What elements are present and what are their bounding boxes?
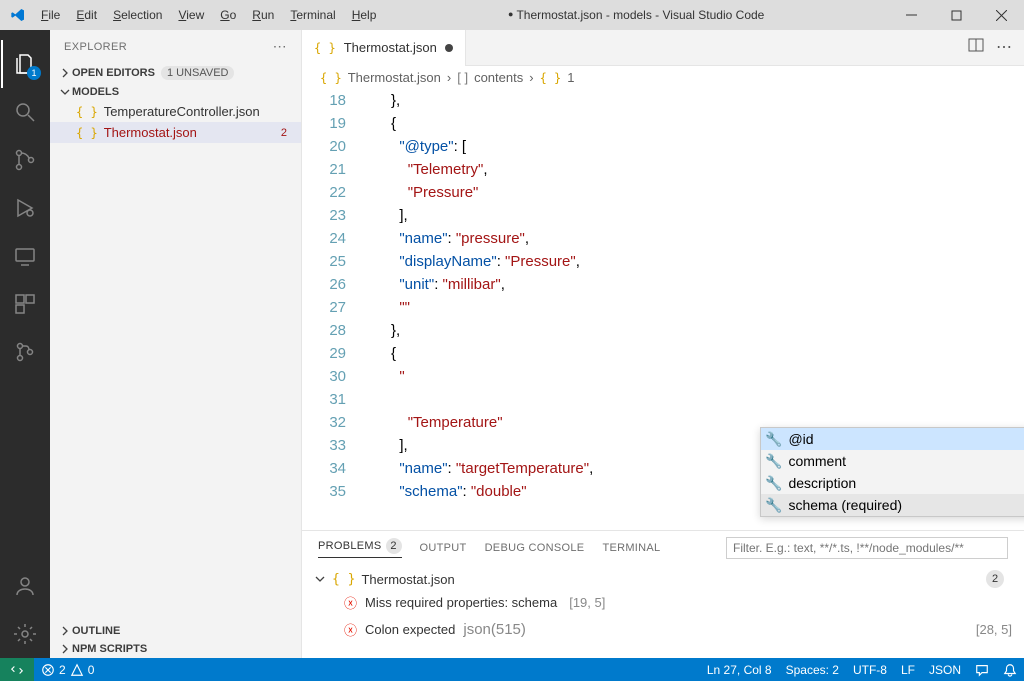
suggest-item[interactable]: 🔧description [761,472,1024,494]
sidebar-more-icon[interactable]: ⋯ [273,38,287,55]
section-root[interactable]: MODELS [50,83,301,101]
tab-thermostat[interactable]: { } Thermostat.json [302,30,466,66]
status-bar: 2 0 Ln 27, Col 8 Spaces: 2 UTF-8 LF JSON [0,658,1024,681]
code-line[interactable]: 18 }, [302,89,1024,112]
json-icon: { } [76,126,98,140]
code-line[interactable]: 23 ], [302,204,1024,227]
sidebar: EXPLORER ⋯ OPEN EDITORS 1 UNSAVED MODELS… [50,30,302,658]
error-icon: ⓧ [344,620,357,639]
activity-scm[interactable] [1,136,49,184]
split-editor-icon[interactable] [968,37,984,58]
error-count: 2 [281,127,293,139]
code-line[interactable]: 22 "Pressure" [302,181,1024,204]
code-line[interactable]: 25 "displayName": "Pressure", [302,250,1024,273]
window-close[interactable] [979,0,1024,30]
json-icon: { } [332,572,355,587]
json-icon: { } [320,71,342,85]
tab-more-icon[interactable]: ⋯ [996,37,1012,58]
window-minimize[interactable] [889,0,934,30]
error-icon: ⓧ [344,593,357,612]
section-open-editors[interactable]: OPEN EDITORS 1 UNSAVED [50,63,301,83]
unsaved-badge: 1 UNSAVED [161,66,235,80]
json-icon: { } [540,71,562,85]
editor-area: { } Thermostat.json ⋯ { } Thermostat.jso… [302,30,1024,658]
explorer-badge: 1 [27,66,41,80]
code-line[interactable]: 20 "@type": [ [302,135,1024,158]
code-line[interactable]: 29 { [302,342,1024,365]
menu-selection[interactable]: Selection [106,4,169,26]
section-npm[interactable]: NPM SCRIPTS [50,640,301,658]
panel-tab-problems[interactable]: PROBLEMS2 [318,538,402,558]
code-line[interactable]: 21 "Telemetry", [302,158,1024,181]
status-eol[interactable]: LF [894,658,922,681]
code-line[interactable]: 30 " [302,365,1024,388]
intellisense-popup: 🔧@id🔧comment🔧description🔧schema (require… [760,427,1024,517]
menu-file[interactable]: File [34,4,67,26]
panel-tab-output[interactable]: OUTPUT [420,542,467,554]
window-title: ●Thermostat.json - models - Visual Studi… [383,8,889,22]
feedback-icon[interactable] [968,658,996,681]
code-line[interactable]: 28 }, [302,319,1024,342]
sidebar-header: EXPLORER ⋯ [50,30,301,63]
status-spaces[interactable]: Spaces: 2 [779,658,846,681]
wrench-icon: 🔧 [765,494,782,517]
window-maximize[interactable] [934,0,979,30]
bottom-panel: PROBLEMS2 OUTPUT DEBUG CONSOLE TERMINAL … [302,530,1024,658]
activity-settings[interactable] [1,610,49,658]
activity-account[interactable] [1,562,49,610]
status-encoding[interactable]: UTF-8 [846,658,894,681]
activity-run[interactable] [1,184,49,232]
code-line[interactable]: 26 "unit": "millibar", [302,273,1024,296]
status-lncol[interactable]: Ln 27, Col 8 [700,658,779,681]
breadcrumb[interactable]: { } Thermostat.json › [ ] contents › { }… [302,66,1024,89]
remote-indicator[interactable] [0,658,34,681]
code-line[interactable]: 31 [302,388,1024,411]
panel-tab-debug[interactable]: DEBUG CONSOLE [485,542,585,554]
activity-bar: 1 [0,30,50,658]
file-item[interactable]: { } Thermostat.json 2 [50,122,301,143]
status-language[interactable]: JSON [922,658,968,681]
problem-count-badge: 2 [986,570,1004,588]
activity-explorer[interactable]: 1 [1,40,49,88]
suggest-item[interactable]: 🔧schema (required) [761,494,1024,516]
file-item[interactable]: { } TemperatureController.json [50,101,301,122]
menu-run[interactable]: Run [245,4,281,26]
code-line[interactable]: 24 "name": "pressure", [302,227,1024,250]
section-outline[interactable]: OUTLINE [50,622,301,640]
dirty-dot-icon [445,44,453,52]
menu-edit[interactable]: Edit [69,4,104,26]
menu-terminal[interactable]: Terminal [283,4,342,26]
wrench-icon: 🔧 [765,450,782,473]
editor-tabs: { } Thermostat.json ⋯ [302,30,1024,66]
wrench-icon: 🔧 [765,472,782,495]
problem-item[interactable]: ⓧColon expectedjson(515)[28, 5] [314,615,1012,644]
menu-help[interactable]: Help [345,4,384,26]
menu-go[interactable]: Go [213,4,243,26]
activity-search[interactable] [1,88,49,136]
notifications-icon[interactable] [996,658,1024,681]
activity-extensions[interactable] [1,280,49,328]
menu-view[interactable]: View [171,4,211,26]
activity-remote[interactable] [1,232,49,280]
code-editor[interactable]: 18 },19 {20 "@type": [21 "Telemetry",22 … [302,89,1024,530]
suggest-item[interactable]: 🔧comment [761,450,1024,472]
code-line[interactable]: 27 "" [302,296,1024,319]
code-line[interactable]: 19 { [302,112,1024,135]
json-icon: { } [314,41,336,55]
suggest-item[interactable]: 🔧@id [761,428,1024,450]
wrench-icon: 🔧 [765,428,782,451]
problems-filter-input[interactable] [726,537,1008,559]
problem-item[interactable]: ⓧMiss required properties: schema[19, 5] [314,590,1012,615]
vscode-icon [10,7,26,23]
titlebar: FileEditSelectionViewGoRunTerminalHelp ●… [0,0,1024,30]
problem-file-header[interactable]: { } Thermostat.json 2 [314,568,1012,590]
activity-scm2[interactable] [1,328,49,376]
json-icon: { } [76,105,98,119]
menu-bar: FileEditSelectionViewGoRunTerminalHelp [34,4,383,26]
status-errors[interactable]: 2 0 [34,658,101,681]
panel-tab-terminal[interactable]: TERMINAL [602,542,660,554]
